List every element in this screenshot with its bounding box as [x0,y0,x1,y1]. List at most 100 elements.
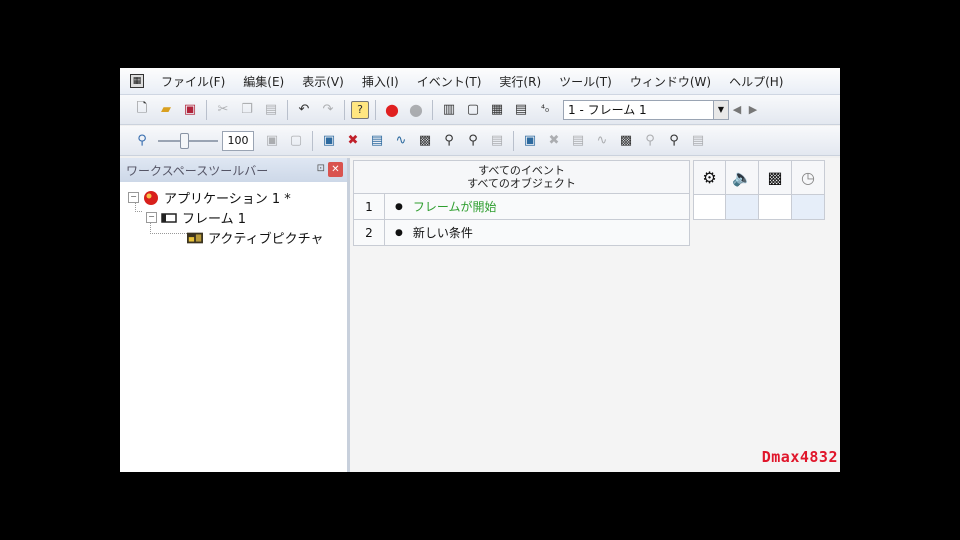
frame-icon [161,211,177,225]
gear-icon[interactable]: ⚙ [694,161,725,195]
event-number: 1 [354,194,385,219]
tree-label-application: アプリケーション 1 * [164,192,291,207]
toolbar-separator [513,130,514,151]
tree-item-application[interactable]: − アプリケーション 1 * [128,188,291,207]
menu-file[interactable]: ファイル(F) [152,73,234,90]
next-frame-icon[interactable]: ▶ [745,103,761,116]
event-list-header[interactable]: すべてのイベント すべてのオブジェクト [353,160,690,194]
speaker-icon[interactable]: 🔈 [726,161,758,195]
menu-help[interactable]: ヘルプ(H) [720,73,792,90]
app-menu-icon[interactable]: ▦ [130,74,144,88]
copy-icon[interactable]: ❐ [237,100,257,120]
help-icon[interactable]: ? [351,100,369,119]
menu-edit[interactable]: 編集(E) [234,73,293,90]
zoom-value-field[interactable]: 100 [222,130,254,151]
previous-frame-icon[interactable]: ◀ [729,103,745,116]
list-filter-icon[interactable]: ▤ [487,131,507,151]
show-all-icon[interactable]: ▣ [520,131,540,151]
frame-editor-icon[interactable]: ▢ [463,100,483,120]
menu-tools[interactable]: ツール(T) [550,73,621,90]
event-list-icon[interactable]: ▤ [511,100,531,120]
standard-toolbar: 🗋 ▰ ▣ ✂ ❐ ▤ ↶ ↷ ? ● ● ▥ ▢ ▦ ▤ ⁴₀ 1 - フレー… [120,95,840,125]
event-row[interactable]: 1 ● フレームが開始 [353,194,690,220]
toolbar-separator [206,99,207,120]
insert-comment-icon[interactable]: ▢ [286,131,306,151]
pin-icon[interactable]: ⊡ [317,163,325,174]
workspace-header: ワークスペースツールバー ⊡ ✕ [120,158,347,182]
curve-icon[interactable]: ∿ [391,131,411,151]
action-cell[interactable] [792,194,824,219]
action-cell[interactable] [726,194,758,219]
show-events-icon[interactable]: ▣ [319,131,339,151]
filter-list-icon[interactable]: ▤ [568,131,588,151]
filter-objects-icon[interactable]: ▤ [367,131,387,151]
active-picture-icon [187,231,203,245]
open-folder-icon[interactable]: ▰ [156,100,176,120]
new-condition-text[interactable]: 新しい条件 [413,224,473,241]
redo-icon[interactable]: ↷ [318,100,338,120]
object-column-storyboard[interactable]: ▩ [759,160,792,220]
collapse-icon[interactable]: − [146,212,157,223]
menu-run[interactable]: 実行(R) [490,73,550,90]
app-window: ▦ ファイル(F) 編集(E) 表示(V) 挿入(I) イベント(T) 実行(R… [120,68,840,472]
save-icon[interactable]: ▣ [180,100,200,120]
paste-icon[interactable]: ▤ [261,100,281,120]
event-editor-toolbar: ⚲ 100 ▣ ▢ ▣ ✖ ▤ ∿ ▩ ⚲ ⚲ ▤ ▣ ✖ ▤ ∿ ▩ ⚲ ⚲ … [120,126,840,156]
event-number: 2 [354,220,385,245]
object-filter-dim-icon[interactable]: ⚲ [640,131,660,151]
menu-window[interactable]: ウィンドウ(W) [621,73,720,90]
toolbar-separator [287,99,288,120]
hide-all-icon[interactable]: ✖ [544,131,564,151]
header-all-objects: すべてのオブジェクト [467,177,576,190]
object-column-sound[interactable]: 🔈 [726,160,759,220]
header-all-events: すべてのイベント [478,164,565,177]
menu-view[interactable]: 表示(V) [293,73,353,90]
action-cell[interactable] [759,194,791,219]
toolbar-separator [432,99,433,120]
list-filter-dim-icon[interactable]: ▤ [688,131,708,151]
menu-insert[interactable]: 挿入(I) [353,73,408,90]
checkered-flag-icon[interactable]: ▩ [759,161,791,195]
action-cell[interactable] [694,194,725,219]
timer-icon[interactable]: ◷ [792,161,824,195]
tree-label-frame: フレーム 1 [182,212,247,227]
tree-item-object[interactable]: アクティブピクチャ [187,228,323,247]
toolbar-separator [344,99,345,120]
insert-event-icon[interactable]: ▣ [262,131,282,151]
run-icon[interactable]: ● [406,100,426,120]
event-condition-text[interactable]: フレームが開始 [413,198,497,215]
hide-events-icon[interactable]: ✖ [343,131,363,151]
object-column-special[interactable]: ⚙ [693,160,726,220]
tree-label-object: アクティブピクチャ [208,232,324,247]
tree-item-frame[interactable]: − フレーム 1 [146,208,246,227]
toolbar-separator [312,130,313,151]
frame-select[interactable]: 1 - フレーム 1 ▼ [563,99,729,120]
data-elements-icon[interactable]: ⁴₀ [535,100,555,120]
bullet-icon: ● [395,227,403,238]
zoom-slider[interactable] [158,131,218,151]
chevron-down-icon[interactable]: ▼ [713,100,728,119]
group-filter-2-icon[interactable]: ⚲ [664,131,684,151]
toolbar-separator [375,99,376,120]
event-row[interactable]: 2 ● 新しい条件 [353,220,690,246]
zoom-slider-thumb[interactable] [180,132,189,149]
undo-icon[interactable]: ↶ [294,100,314,120]
object-columns: ⚙ 🔈 ▩ ◷ [693,160,825,220]
storyboard-editor-icon[interactable]: ▥ [439,100,459,120]
event-editor-icon[interactable]: ▦ [487,100,507,120]
object-filter-icon[interactable]: ⚲ [439,131,459,151]
menu-event[interactable]: イベント(T) [408,73,491,90]
checker-2-icon[interactable]: ▩ [616,131,636,151]
collapse-icon[interactable]: − [128,192,139,203]
watermark: Dmax4832 [761,448,838,466]
stop-icon[interactable]: ● [382,100,402,120]
group-filter-icon[interactable]: ⚲ [463,131,483,151]
curve-dim-icon[interactable]: ∿ [592,131,612,151]
bullet-icon: ● [395,201,403,212]
checker-icon[interactable]: ▩ [415,131,435,151]
cut-icon[interactable]: ✂ [213,100,233,120]
new-file-icon[interactable]: 🗋 [132,100,152,120]
object-column-timer[interactable]: ◷ [792,160,825,220]
zoom-icon[interactable]: ⚲ [132,131,152,151]
close-icon[interactable]: ✕ [328,162,343,177]
